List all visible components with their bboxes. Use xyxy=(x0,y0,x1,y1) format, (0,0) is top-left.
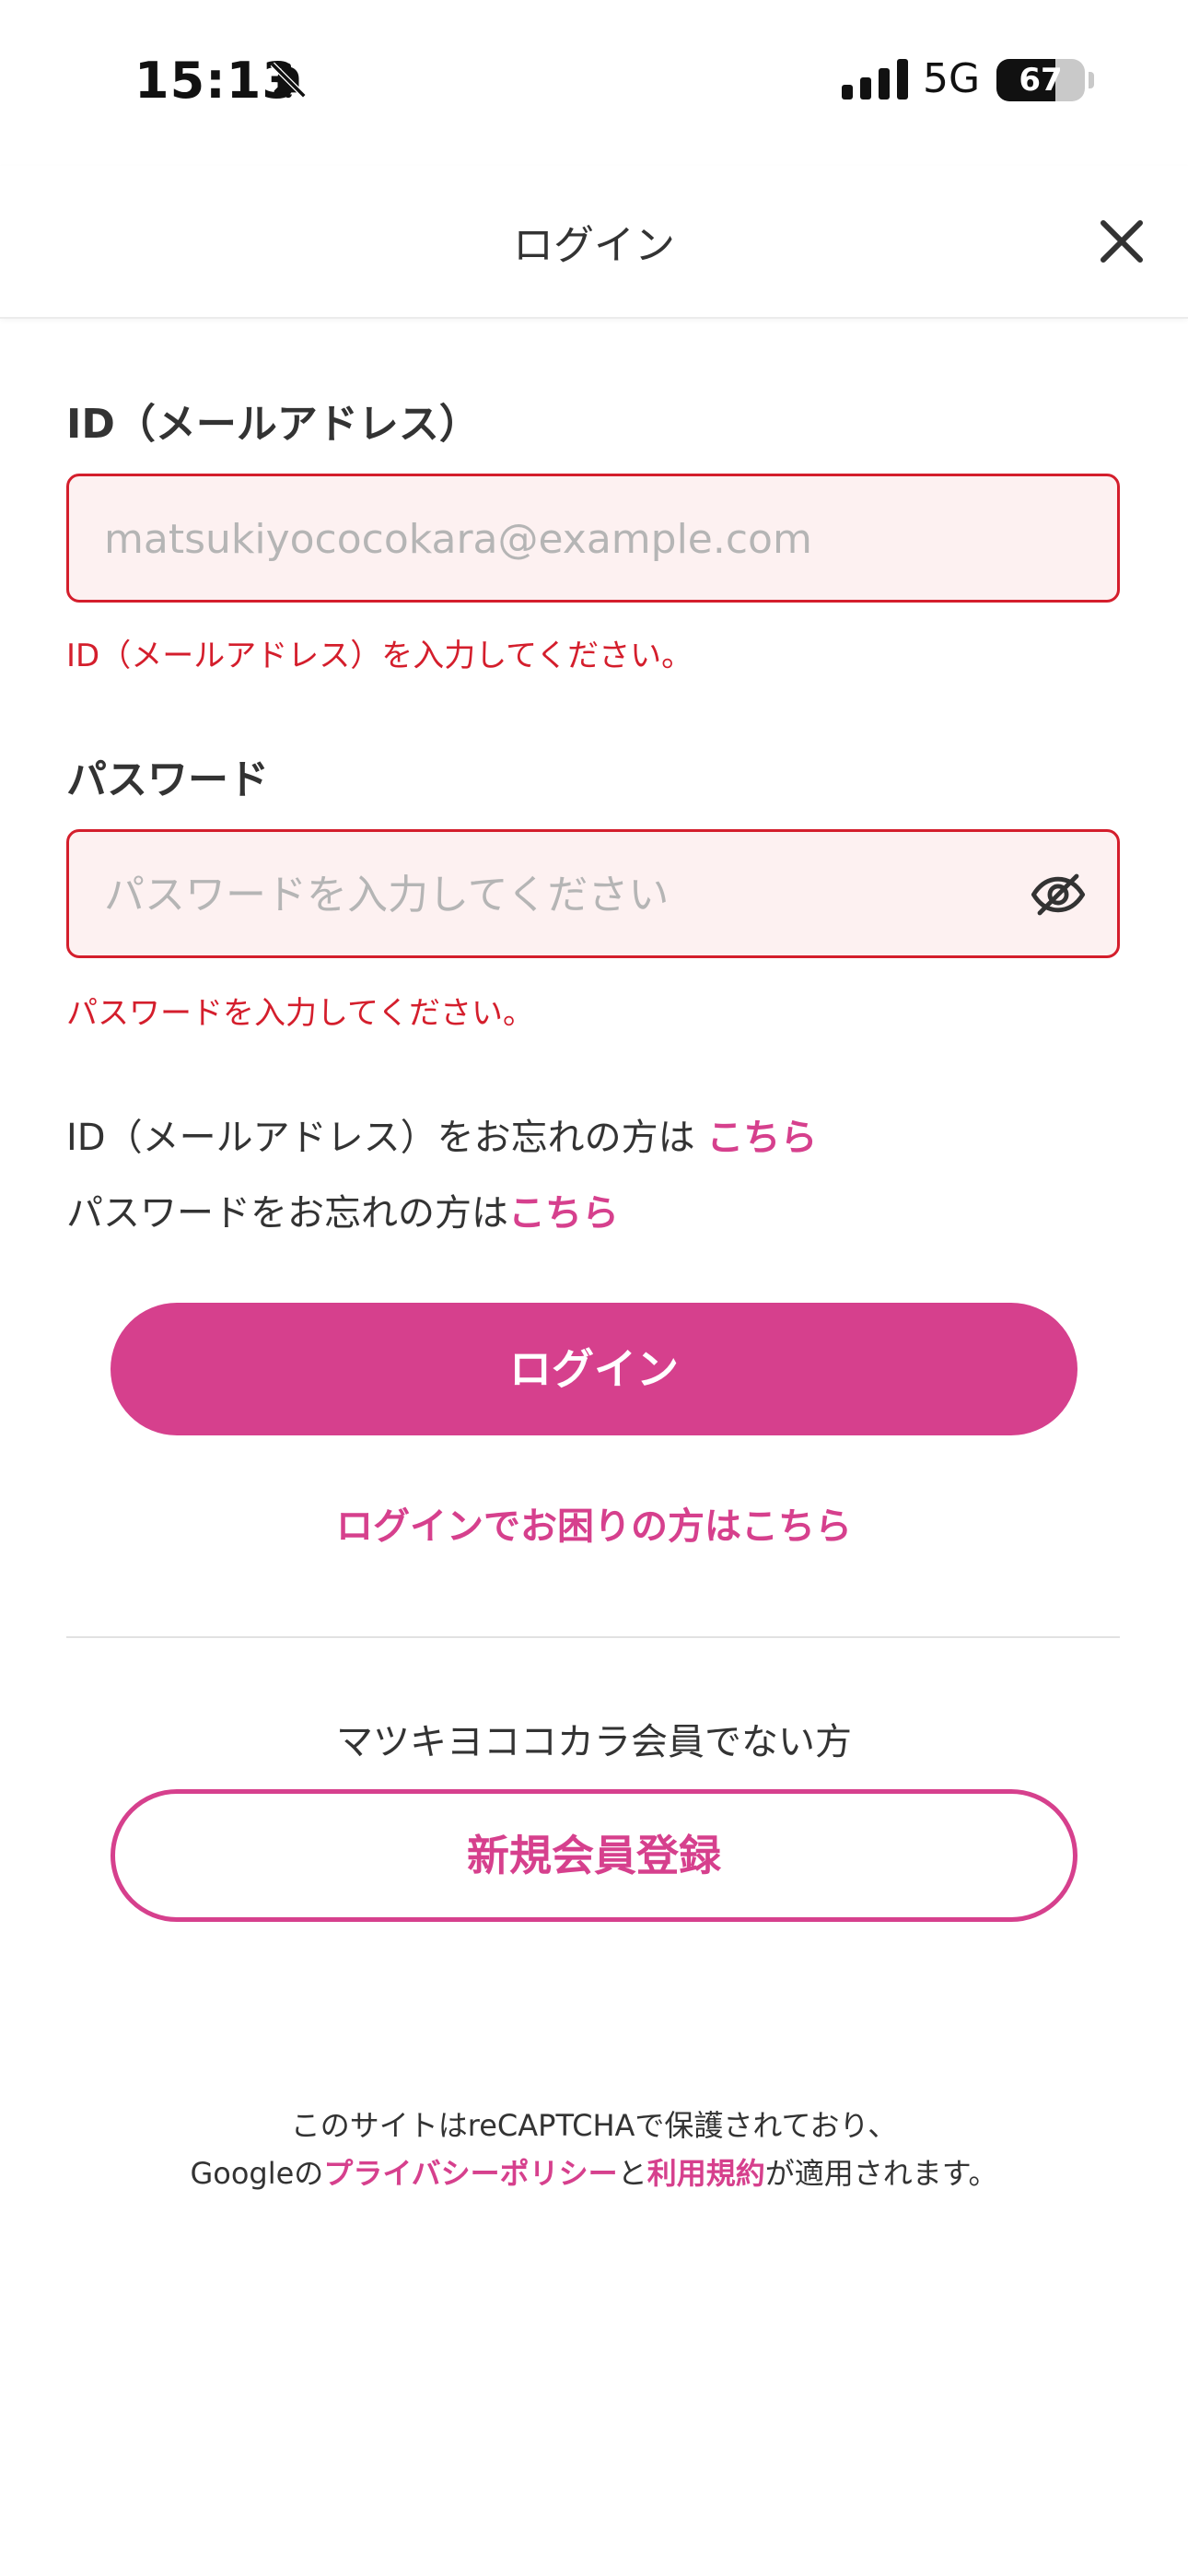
password-label: パスワード xyxy=(66,756,269,803)
header: ログイン xyxy=(0,166,1188,319)
signal-icon xyxy=(842,59,908,100)
forgot-password-link[interactable]: こちら xyxy=(508,1192,619,1235)
id-label: ID（メールアドレス） xyxy=(66,401,480,448)
forgot-id-text: ID（メールアドレス）をお忘れの方は xyxy=(66,1117,695,1159)
status-bar: 15:13 5G 67 xyxy=(0,0,1188,166)
recaptcha-google-text: Googleの xyxy=(190,2156,324,2191)
divider xyxy=(66,1636,1120,1638)
close-icon[interactable] xyxy=(1094,214,1149,269)
eye-off-icon[interactable] xyxy=(1029,865,1088,924)
password-error-message: パスワードを入力してください。 xyxy=(66,995,534,1032)
id-error-message: ID（メールアドレス）を入力してください。 xyxy=(66,638,693,674)
battery-icon: 67 xyxy=(996,59,1085,101)
battery-tip xyxy=(1089,72,1094,88)
register-button[interactable]: 新規会員登録 xyxy=(111,1789,1077,1922)
recaptcha-and-text: と xyxy=(617,2156,647,2191)
recaptcha-notice-line1: このサイトはreCAPTCHAで保護されており、 xyxy=(290,2108,898,2143)
bell-off-icon xyxy=(270,62,307,99)
forgot-password-text: パスワードをお忘れの方は xyxy=(66,1192,508,1235)
page-title: ログイン xyxy=(513,222,675,269)
login-button[interactable]: ログイン xyxy=(111,1303,1077,1435)
password-field-box xyxy=(66,829,1120,958)
network-label: 5G xyxy=(923,55,981,102)
password-field[interactable] xyxy=(102,832,1027,957)
terms-link[interactable]: 利用規約 xyxy=(647,2156,765,2191)
login-help-link[interactable]: ログインでお困りの方はこちら xyxy=(0,1496,1188,1550)
id-field-box xyxy=(66,474,1120,603)
email-field[interactable] xyxy=(102,476,1027,602)
forgot-id-line: ID（メールアドレス）をお忘れの方は こちら xyxy=(66,1107,817,1161)
battery-level: 67 xyxy=(1019,62,1063,99)
recaptcha-applies-text: が適用されます。 xyxy=(764,2156,998,2191)
forgot-password-line: パスワードをお忘れの方はこちら xyxy=(66,1183,619,1236)
forgot-id-link[interactable]: こちら xyxy=(706,1117,817,1159)
not-member-text: マツキヨココカラ会員でない方 xyxy=(336,1721,852,1763)
recaptcha-notice-line2: Googleのプライバシーポリシーと利用規約が適用されます。 xyxy=(0,2150,1188,2193)
privacy-policy-link[interactable]: プライバシーポリシー xyxy=(323,2156,617,2191)
